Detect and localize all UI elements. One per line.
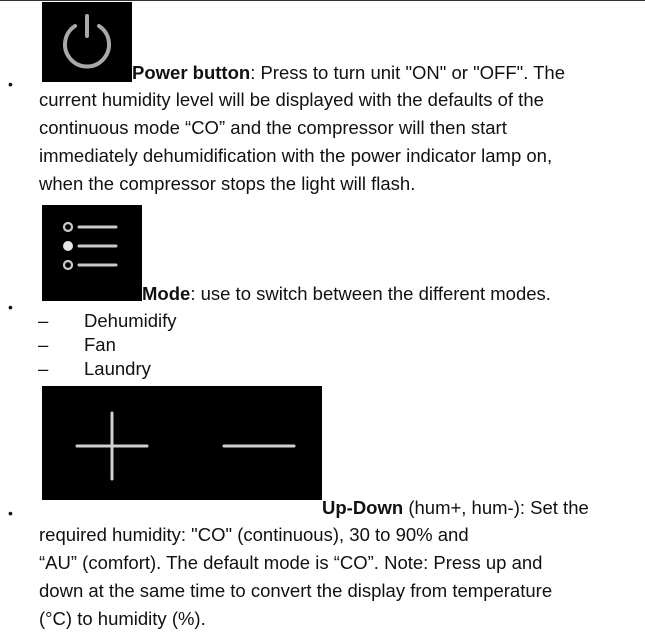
- power-title: Power button: [132, 62, 251, 83]
- updown-first-line: Up-Down (hum+, hum-): Set the: [322, 497, 589, 518]
- power-line: current humidity level will be displayed…: [39, 89, 544, 110]
- power-line: when the compressor stops the light will…: [39, 173, 416, 194]
- bullet: •: [8, 299, 13, 315]
- mode-first-line: Mode: use to switch between the differen…: [142, 283, 551, 304]
- power-icon: [63, 14, 111, 69]
- power-line: continuous mode “CO” and the compressor …: [39, 117, 507, 138]
- top-rule: [0, 0, 645, 1]
- mode-sub-item: Laundry: [84, 358, 151, 379]
- power-first-line: Power button: Press to turn unit "ON" or…: [132, 62, 566, 83]
- dash: –: [38, 358, 49, 379]
- power-line: immediately dehumidification with the po…: [39, 145, 553, 166]
- bullet: •: [8, 505, 13, 521]
- updown-line: (°C) to humidity (%).: [39, 608, 206, 629]
- updown-title: Up-Down: [322, 497, 404, 518]
- dash: –: [38, 310, 49, 331]
- mode-sub-item: Dehumidify: [84, 310, 177, 331]
- updown-line: “AU” (comfort). The default mode is “CO”…: [39, 552, 543, 573]
- updown-line: down at the same time to convert the dis…: [39, 580, 553, 601]
- mode-key: [42, 205, 142, 301]
- dash: –: [38, 334, 49, 355]
- mode-title: Mode: [142, 283, 191, 304]
- updown-key: [42, 386, 322, 500]
- power-key: [42, 2, 132, 82]
- mode-sub-item: Fan: [84, 334, 116, 355]
- mode-list-icon: [62, 221, 118, 271]
- plus-minus-icon: [75, 411, 296, 481]
- bullet: •: [8, 76, 13, 92]
- updown-line: required humidity: "CO" (continuous), 30…: [39, 524, 469, 545]
